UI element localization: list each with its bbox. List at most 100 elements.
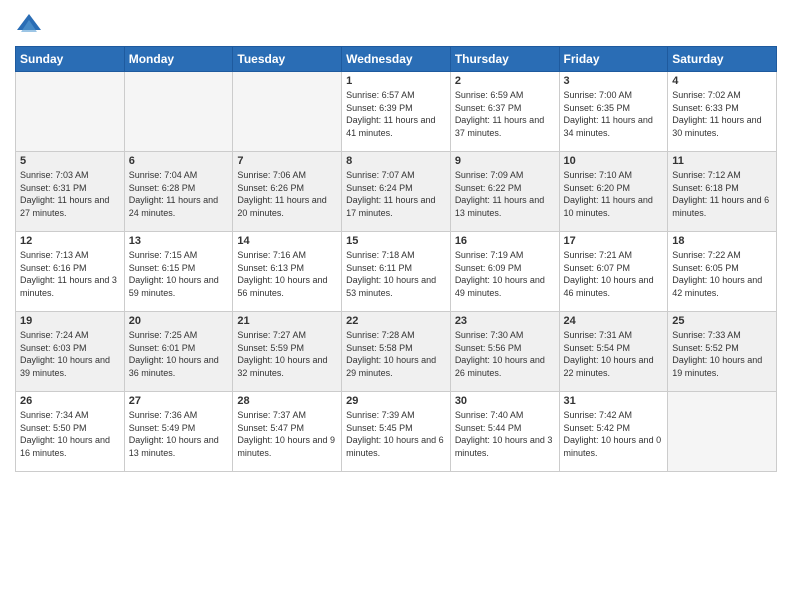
day-number: 14	[237, 235, 337, 247]
table-row: 24 Sunrise: 7:31 AMSunset: 5:54 PMDayligh…	[559, 312, 668, 392]
table-row: 11Sunrise: 7:12 AMSunset: 6:18 PMDayligh…	[668, 152, 777, 232]
day-info: Sunrise: 7:36 AMSunset: 5:49 PMDaylight:…	[129, 409, 229, 459]
day-number: 2	[455, 75, 555, 87]
col-sunday: Sunday	[16, 47, 125, 72]
day-info: Sunrise: 7:00 AMSunset: 6:35 PMDaylight:…	[564, 89, 664, 139]
day-info: Sunrise: 7:24 AMSunset: 6:03 PMDaylight:…	[20, 329, 120, 379]
day-info: Sunrise: 7:10 AMSunset: 6:20 PMDaylight:…	[564, 169, 664, 219]
day-number: 13	[129, 235, 229, 247]
day-number: 8	[346, 155, 446, 167]
day-number: 21	[237, 315, 337, 327]
header-row: Sunday Monday Tuesday Wednesday Thursday…	[16, 47, 777, 72]
calendar-week-row: 12 Sunrise: 7:13 AMSunset: 6:16 PMDayligh…	[16, 232, 777, 312]
day-number: 24	[564, 315, 664, 327]
day-number: 23	[455, 315, 555, 327]
day-number: 31	[564, 395, 664, 407]
table-row: 6 Sunrise: 7:04 AMSunset: 6:28 PMDaylight…	[124, 152, 233, 232]
header	[15, 10, 777, 38]
col-tuesday: Tuesday	[233, 47, 342, 72]
day-number: 3	[564, 75, 664, 87]
day-info: Sunrise: 7:07 AMSunset: 6:24 PMDaylight:…	[346, 169, 446, 219]
day-number: 1	[346, 75, 446, 87]
col-thursday: Thursday	[450, 47, 559, 72]
table-row: 26 Sunrise: 7:34 AMSunset: 5:50 PMDayligh…	[16, 392, 125, 472]
day-number: 17	[564, 235, 664, 247]
day-number: 7	[237, 155, 337, 167]
day-info: Sunrise: 7:13 AMSunset: 6:16 PMDaylight:…	[20, 249, 120, 299]
page: Sunday Monday Tuesday Wednesday Thursday…	[0, 0, 792, 612]
table-row: 30 Sunrise: 7:40 AMSunset: 5:44 PMDayligh…	[450, 392, 559, 472]
day-number: 28	[237, 395, 337, 407]
table-row: 23 Sunrise: 7:30 AMSunset: 5:56 PMDayligh…	[450, 312, 559, 392]
day-number: 10	[564, 155, 664, 167]
table-row	[233, 72, 342, 152]
calendar-body: 1Sunrise: 6:57 AMSunset: 6:39 PMDaylight…	[16, 72, 777, 472]
day-number: 5	[20, 155, 120, 167]
day-number: 27	[129, 395, 229, 407]
day-number: 29	[346, 395, 446, 407]
day-info: Sunrise: 7:30 AMSunset: 5:56 PMDaylight:…	[455, 329, 555, 379]
table-row: 15 Sunrise: 7:18 AMSunset: 6:11 PMDayligh…	[342, 232, 451, 312]
day-number: 22	[346, 315, 446, 327]
table-row: 22 Sunrise: 7:28 AMSunset: 5:58 PMDayligh…	[342, 312, 451, 392]
day-number: 15	[346, 235, 446, 247]
calendar-table: Sunday Monday Tuesday Wednesday Thursday…	[15, 46, 777, 472]
day-info: Sunrise: 7:37 AMSunset: 5:47 PMDaylight:…	[237, 409, 337, 459]
table-row: 17 Sunrise: 7:21 AMSunset: 6:07 PMDayligh…	[559, 232, 668, 312]
day-info: Sunrise: 7:40 AMSunset: 5:44 PMDaylight:…	[455, 409, 555, 459]
day-info: Sunrise: 7:33 AMSunset: 5:52 PMDaylight:…	[672, 329, 772, 379]
table-row: 21 Sunrise: 7:27 AMSunset: 5:59 PMDayligh…	[233, 312, 342, 392]
calendar-week-row: 19Sunrise: 7:24 AMSunset: 6:03 PMDayligh…	[16, 312, 777, 392]
table-row: 25 Sunrise: 7:33 AMSunset: 5:52 PMDayligh…	[668, 312, 777, 392]
day-info: Sunrise: 7:39 AMSunset: 5:45 PMDaylight:…	[346, 409, 446, 459]
table-row	[16, 72, 125, 152]
table-row: 16Sunrise: 7:19 AMSunset: 6:09 PMDayligh…	[450, 232, 559, 312]
day-info: Sunrise: 7:18 AMSunset: 6:11 PMDaylight:…	[346, 249, 446, 299]
table-row: 31 Sunrise: 7:42 AMSunset: 5:42 PMDayligh…	[559, 392, 668, 472]
day-number: 30	[455, 395, 555, 407]
table-row: 2 Sunrise: 6:59 AMSunset: 6:37 PMDaylight…	[450, 72, 559, 152]
day-info: Sunrise: 7:04 AMSunset: 6:28 PMDaylight:…	[129, 169, 229, 219]
table-row: 12 Sunrise: 7:13 AMSunset: 6:16 PMDayligh…	[16, 232, 125, 312]
day-number: 18	[672, 235, 772, 247]
table-row: 7Sunrise: 7:06 AMSunset: 6:26 PMDaylight…	[233, 152, 342, 232]
table-row: 5 Sunrise: 7:03 AMSunset: 6:31 PMDaylight…	[16, 152, 125, 232]
day-info: Sunrise: 7:19 AMSunset: 6:09 PMDaylight:…	[455, 249, 555, 299]
day-info: Sunrise: 7:27 AMSunset: 5:59 PMDaylight:…	[237, 329, 337, 379]
col-wednesday: Wednesday	[342, 47, 451, 72]
day-info: Sunrise: 7:09 AMSunset: 6:22 PMDaylight:…	[455, 169, 555, 219]
day-info: Sunrise: 7:22 AMSunset: 6:05 PMDaylight:…	[672, 249, 772, 299]
day-info: Sunrise: 6:59 AMSunset: 6:37 PMDaylight:…	[455, 89, 555, 139]
day-number: 12	[20, 235, 120, 247]
day-info: Sunrise: 7:03 AMSunset: 6:31 PMDaylight:…	[20, 169, 120, 219]
calendar-week-row: 1Sunrise: 6:57 AMSunset: 6:39 PMDaylight…	[16, 72, 777, 152]
day-info: Sunrise: 7:21 AMSunset: 6:07 PMDaylight:…	[564, 249, 664, 299]
table-row	[668, 392, 777, 472]
day-info: Sunrise: 7:15 AMSunset: 6:15 PMDaylight:…	[129, 249, 229, 299]
day-info: Sunrise: 7:42 AMSunset: 5:42 PMDaylight:…	[564, 409, 664, 459]
calendar-week-row: 5 Sunrise: 7:03 AMSunset: 6:31 PMDaylight…	[16, 152, 777, 232]
day-info: Sunrise: 7:34 AMSunset: 5:50 PMDaylight:…	[20, 409, 120, 459]
day-number: 25	[672, 315, 772, 327]
day-info: Sunrise: 7:31 AMSunset: 5:54 PMDaylight:…	[564, 329, 664, 379]
day-number: 6	[129, 155, 229, 167]
day-info: Sunrise: 7:16 AMSunset: 6:13 PMDaylight:…	[237, 249, 337, 299]
table-row: 27 Sunrise: 7:36 AMSunset: 5:49 PMDayligh…	[124, 392, 233, 472]
calendar-header: Sunday Monday Tuesday Wednesday Thursday…	[16, 47, 777, 72]
day-number: 11	[672, 155, 772, 167]
day-info: Sunrise: 7:02 AMSunset: 6:33 PMDaylight:…	[672, 89, 772, 139]
table-row: 13 Sunrise: 7:15 AMSunset: 6:15 PMDayligh…	[124, 232, 233, 312]
day-number: 26	[20, 395, 120, 407]
day-number: 20	[129, 315, 229, 327]
table-row: 4Sunrise: 7:02 AMSunset: 6:33 PMDaylight…	[668, 72, 777, 152]
table-row: 29 Sunrise: 7:39 AMSunset: 5:45 PMDayligh…	[342, 392, 451, 472]
day-info: Sunrise: 7:25 AMSunset: 6:01 PMDaylight:…	[129, 329, 229, 379]
table-row: 3 Sunrise: 7:00 AMSunset: 6:35 PMDaylight…	[559, 72, 668, 152]
table-row: 8 Sunrise: 7:07 AMSunset: 6:24 PMDaylight…	[342, 152, 451, 232]
calendar-week-row: 26 Sunrise: 7:34 AMSunset: 5:50 PMDayligh…	[16, 392, 777, 472]
col-friday: Friday	[559, 47, 668, 72]
col-monday: Monday	[124, 47, 233, 72]
table-row	[124, 72, 233, 152]
col-saturday: Saturday	[668, 47, 777, 72]
day-info: Sunrise: 7:28 AMSunset: 5:58 PMDaylight:…	[346, 329, 446, 379]
